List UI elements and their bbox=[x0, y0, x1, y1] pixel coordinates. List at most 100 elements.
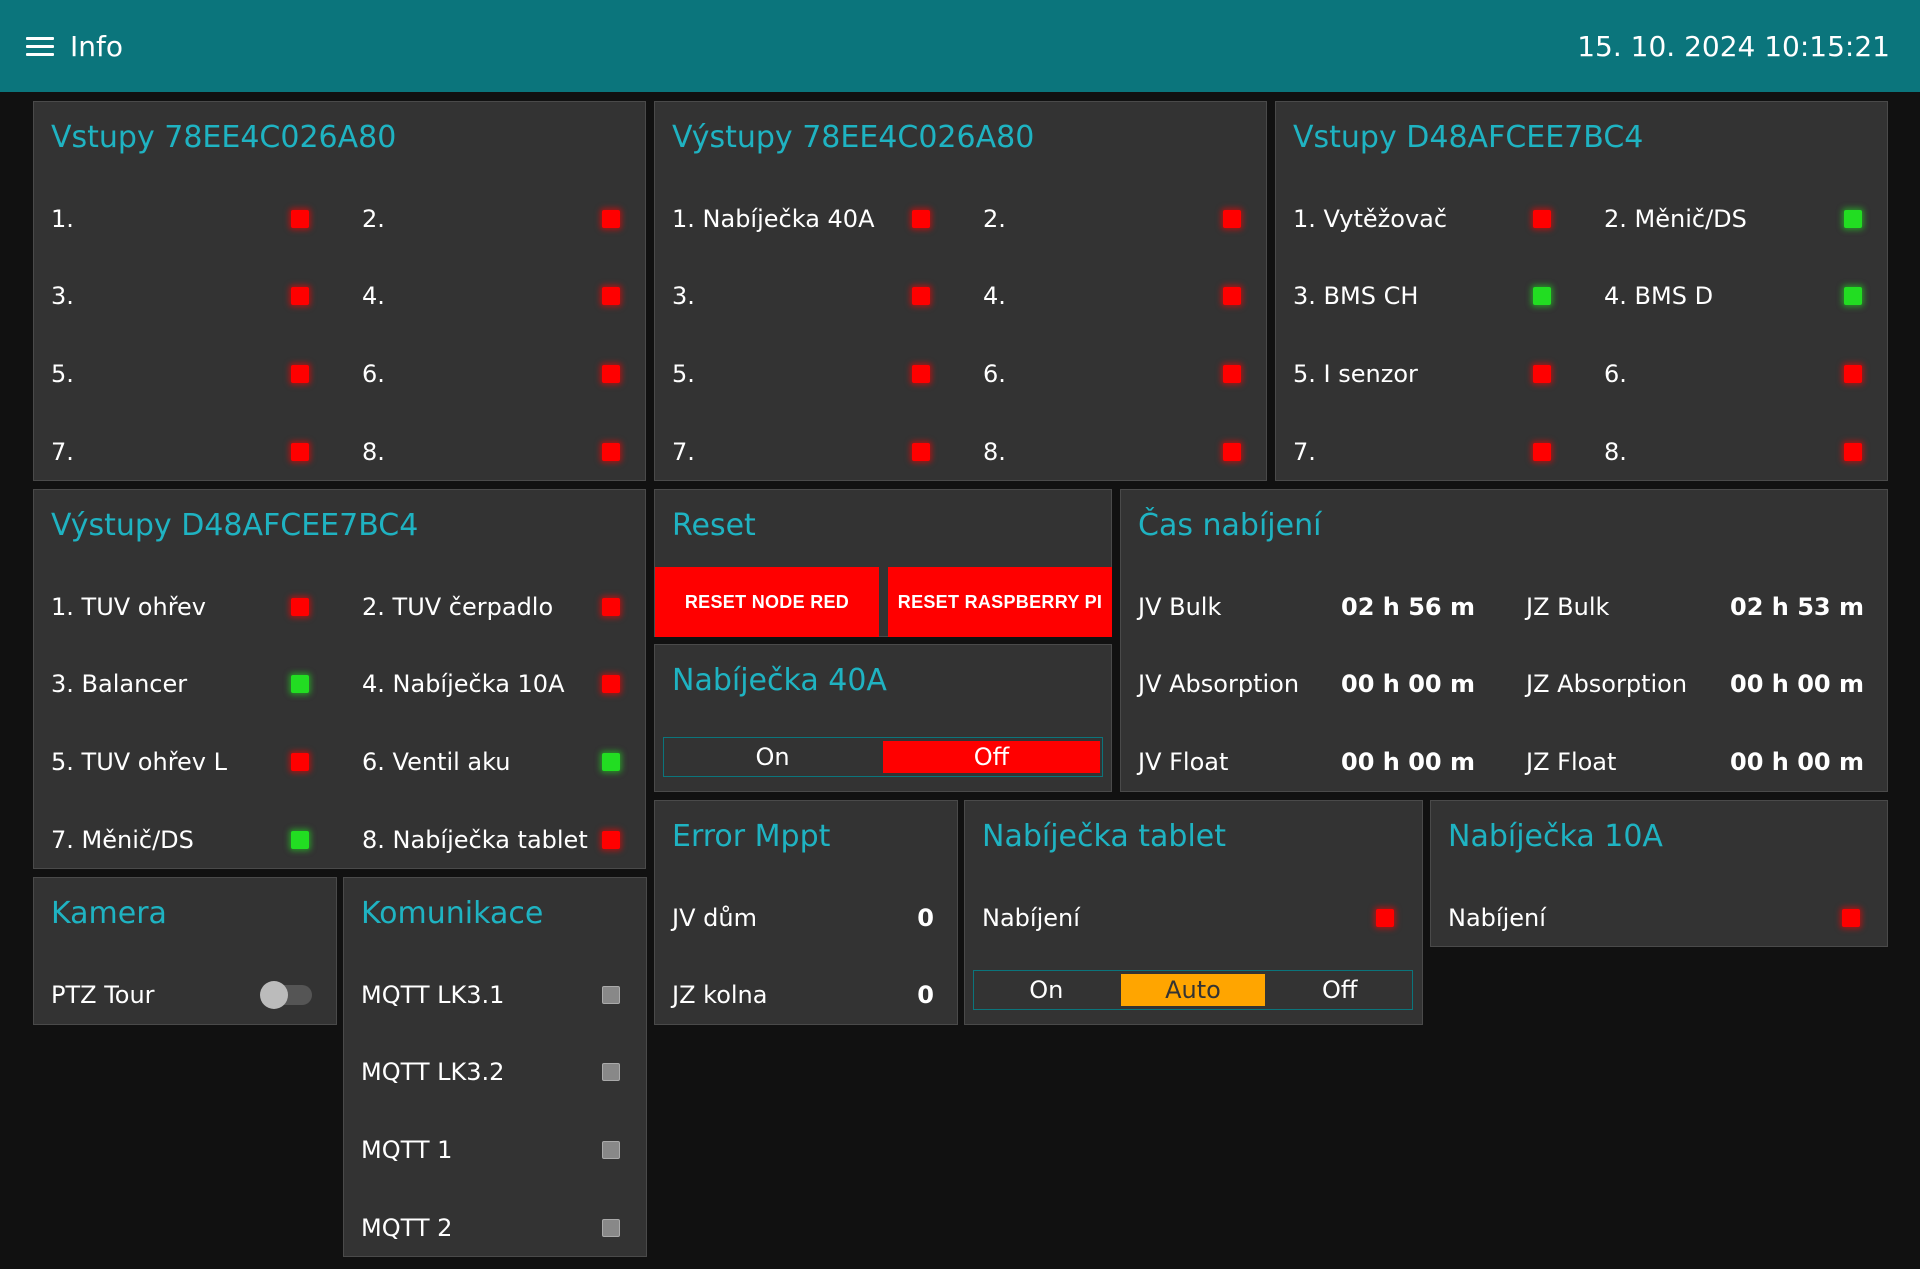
list-item: 2. TUV čerpadlo bbox=[362, 587, 553, 627]
time-value: 00 h 00 m bbox=[1730, 748, 1864, 776]
item-label: 1. TUV ohřev bbox=[51, 593, 207, 621]
list-item: 5. bbox=[672, 354, 695, 394]
item-label: MQTT LK3.1 bbox=[361, 981, 505, 1009]
charging-row: Nabíjení bbox=[982, 898, 1080, 938]
status-led bbox=[1223, 365, 1241, 383]
error-label: JZ kolna bbox=[672, 981, 768, 1009]
item-label: 2. TUV čerpadlo bbox=[362, 593, 554, 621]
status-led bbox=[602, 443, 620, 461]
status-led bbox=[1533, 365, 1551, 383]
charger-40a-switch[interactable]: On Off bbox=[663, 737, 1103, 777]
card-vystupy-d48a: Výstupy D48AFCEE7BC4 1. TUV ohřev 2. TUV č… bbox=[33, 489, 646, 869]
item-label: 5. TUV ohřev L bbox=[51, 748, 228, 776]
item-label: MQTT 1 bbox=[361, 1136, 453, 1164]
status-led bbox=[1533, 287, 1551, 305]
card-title: Nabíječka 10A bbox=[1448, 819, 1663, 854]
status-led bbox=[602, 598, 620, 616]
reset-node-red-button[interactable]: RESET NODE RED bbox=[655, 567, 879, 637]
item-label: 1. Vytěžovač bbox=[1293, 205, 1448, 233]
list-item: 3. bbox=[672, 276, 695, 316]
status-led bbox=[602, 831, 620, 849]
list-item: 5. bbox=[51, 354, 74, 394]
datetime: 15. 10. 2024 10:15:21 bbox=[1577, 29, 1890, 63]
list-item: 6. bbox=[983, 354, 1006, 394]
item-label: Nabíjení bbox=[982, 904, 1080, 932]
item-label: Nabíjení bbox=[1448, 904, 1546, 932]
item-label: 8. bbox=[362, 438, 385, 466]
ptz-tour-toggle[interactable] bbox=[260, 981, 312, 1009]
card-vystupy-78ee: Výstupy 78EE4C026A80 1. Nabíječka 40A 2. 3.… bbox=[654, 101, 1267, 481]
card-error-mppt: Error Mppt JV dům 0 JZ kolna 0 bbox=[654, 800, 958, 1025]
list-item: 5. I senzor bbox=[1293, 354, 1418, 394]
time-label: JZ Float bbox=[1526, 748, 1617, 776]
status-led bbox=[1223, 443, 1241, 461]
hamburger-menu-icon[interactable] bbox=[26, 35, 54, 57]
switch-option-off[interactable]: Off bbox=[883, 741, 1100, 773]
status-led bbox=[602, 210, 620, 228]
card-reset: Reset RESET NODE RED RESET RASPBERRY PI bbox=[654, 489, 1112, 637]
error-value: 0 bbox=[917, 981, 934, 1009]
item-label: 5. bbox=[672, 360, 695, 388]
card-nabijecka-tablet: Nabíječka tablet Nabíjení On Auto Off bbox=[964, 800, 1423, 1025]
card-title: Komunikace bbox=[361, 896, 544, 931]
list-item: 6. bbox=[1604, 354, 1627, 394]
status-led bbox=[1223, 210, 1241, 228]
item-label: 8. bbox=[983, 438, 1006, 466]
list-item: 8. bbox=[983, 432, 1006, 472]
status-led bbox=[1844, 210, 1862, 228]
error-label: JV dům bbox=[672, 904, 757, 932]
item-label: 3. BMS CH bbox=[1293, 282, 1419, 310]
list-item: 7. bbox=[672, 432, 695, 472]
status-led bbox=[1223, 287, 1241, 305]
status-led bbox=[1844, 443, 1862, 461]
item-label: 7. bbox=[51, 438, 74, 466]
time-value: 00 h 00 m bbox=[1341, 670, 1475, 698]
status-led bbox=[912, 365, 930, 383]
list-item: 4. bbox=[983, 276, 1006, 316]
switch-option-on[interactable]: On bbox=[974, 971, 1119, 1009]
status-led bbox=[602, 365, 620, 383]
ptz-tour-label: PTZ Tour bbox=[51, 981, 155, 1009]
status-led bbox=[602, 1219, 620, 1237]
card-title: Výstupy 78EE4C026A80 bbox=[672, 120, 1035, 155]
status-led bbox=[602, 986, 620, 1004]
card-title: Nabíječka 40A bbox=[672, 663, 887, 698]
status-led bbox=[602, 1063, 620, 1081]
time-label: JZ Absorption bbox=[1526, 670, 1688, 698]
list-item: 2. Měnič/DS bbox=[1604, 199, 1747, 239]
status-led bbox=[291, 831, 309, 849]
status-led bbox=[291, 443, 309, 461]
item-label: 7. bbox=[1293, 438, 1316, 466]
list-item: 7. Měnič/DS bbox=[51, 820, 194, 860]
card-title: Reset bbox=[672, 508, 756, 543]
card-title: Vstupy 78EE4C026A80 bbox=[51, 120, 397, 155]
card-kamera: Kamera PTZ Tour bbox=[33, 877, 337, 1025]
time-label: JV Bulk bbox=[1138, 593, 1222, 621]
status-led bbox=[1844, 365, 1862, 383]
switch-option-off[interactable]: Off bbox=[1267, 971, 1412, 1009]
list-item: 6. Ventil aku bbox=[362, 742, 511, 782]
item-label: 2. bbox=[983, 205, 1006, 233]
list-item: 6. bbox=[362, 354, 385, 394]
status-led bbox=[1844, 287, 1862, 305]
item-label: 7. Měnič/DS bbox=[51, 826, 194, 854]
status-led bbox=[291, 753, 309, 771]
status-led bbox=[602, 675, 620, 693]
switch-option-on[interactable]: On bbox=[664, 738, 881, 776]
list-item: 3. Balancer bbox=[51, 664, 187, 704]
page-title: Info bbox=[70, 29, 123, 63]
list-item: 4. BMS D bbox=[1604, 276, 1713, 316]
card-cas-nabijeni: Čas nabíjení JV Bulk 02 h 56 m JZ Bulk 02 h … bbox=[1120, 489, 1888, 792]
status-led bbox=[1533, 443, 1551, 461]
time-label: JZ Bulk bbox=[1526, 593, 1610, 621]
time-value: 02 h 56 m bbox=[1341, 593, 1475, 621]
item-label: 7. bbox=[672, 438, 695, 466]
list-item: MQTT 1 bbox=[361, 1130, 452, 1170]
item-label: 8. Nabíječka tablet bbox=[362, 826, 588, 854]
reset-raspberry-pi-button[interactable]: RESET RASPBERRY PI bbox=[888, 567, 1112, 637]
status-led bbox=[1842, 909, 1860, 927]
switch-option-auto[interactable]: Auto bbox=[1120, 974, 1266, 1006]
status-led bbox=[912, 287, 930, 305]
time-label: JV Absorption bbox=[1138, 670, 1300, 698]
charger-tablet-switch[interactable]: On Auto Off bbox=[973, 970, 1413, 1010]
